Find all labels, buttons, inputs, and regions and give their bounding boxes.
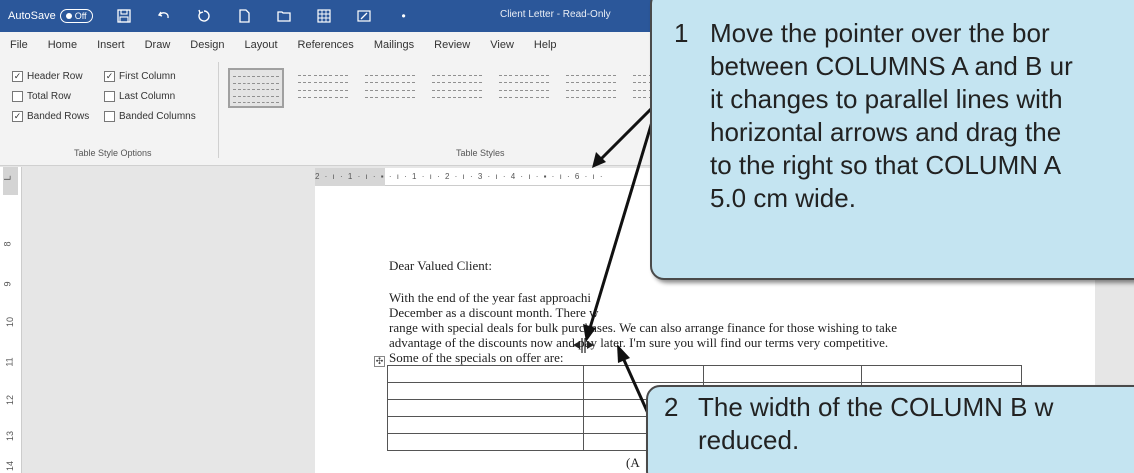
step-text: The width of the COLUMN B w reduced.	[698, 391, 1053, 457]
edit-image-icon[interactable]	[355, 7, 373, 25]
checkbox-icon	[104, 110, 115, 122]
body-paragraph: With the end of the year fast approachi …	[389, 290, 897, 365]
table-style-thumbnail[interactable]	[563, 68, 619, 108]
step-line: The width of the COLUMN B w	[698, 392, 1054, 422]
first-column-label: First Column	[119, 70, 176, 82]
banded-rows-checkbox[interactable]: ✓ Banded Rows	[12, 110, 104, 122]
save-icon[interactable]	[115, 7, 133, 25]
checkbox-icon: ✓	[104, 70, 115, 82]
table-style-thumbnail[interactable]	[228, 68, 284, 108]
checkbox-icon: ✓	[12, 70, 23, 82]
table-row	[387, 365, 1022, 383]
paragraph-line: Some of the specials on offer are:	[389, 350, 564, 365]
ruler-mark: L	[2, 175, 13, 181]
step-line: to the right so that COLUMN A	[710, 150, 1062, 180]
ruler-mark: 12	[5, 394, 16, 406]
checkbox-icon	[104, 90, 115, 102]
step-line: between COLUMNS A and B ur	[710, 51, 1073, 81]
paragraph-line: With the end of the year fast approachi	[389, 290, 591, 305]
tab-insert[interactable]: Insert	[87, 39, 135, 51]
tab-view[interactable]: View	[480, 39, 524, 51]
tab-help[interactable]: Help	[524, 39, 567, 51]
ribbon-divider	[218, 62, 219, 158]
ruler-mark: 11	[4, 357, 15, 367]
last-column-checkbox[interactable]: Last Column	[104, 90, 196, 102]
instruction-callout-2: 2 The width of the COLUMN B w reduced.	[646, 385, 1134, 473]
checkbox-icon	[12, 90, 23, 102]
table-styles-gallery	[228, 68, 686, 108]
ruler-mark: 14	[5, 460, 16, 472]
open-folder-icon[interactable]	[275, 7, 293, 25]
document-title: Client Letter - Read-Only	[500, 9, 611, 20]
step-line: 5.0 cm wide.	[710, 183, 856, 213]
ruler-mark: 13	[5, 430, 16, 442]
ruler-mark: 9	[2, 281, 13, 287]
paragraph-line: advantage of the discounts now and pay l…	[389, 335, 889, 350]
word-window: AutoSave Off • Client Letter - Read-Only…	[0, 0, 1134, 473]
tab-file[interactable]: File	[0, 39, 38, 51]
step-number: 2	[664, 392, 679, 422]
ruler-mark: 8	[2, 241, 13, 247]
customize-dot-icon[interactable]: •	[395, 7, 413, 25]
table-style-thumbnail[interactable]	[362, 68, 418, 108]
ruler-ticks: 2 · ı · 1 · ı · ▪ · ı · 1 · ı · 2 · ı · …	[315, 172, 605, 181]
total-row-label: Total Row	[27, 90, 71, 102]
undo-icon[interactable]	[155, 7, 173, 25]
step-line: horizontal arrows and drag the	[710, 117, 1062, 147]
instruction-callout-1: 1 Move the pointer over the bor between …	[650, 0, 1134, 280]
autosave: AutoSave Off	[8, 9, 93, 23]
tab-design[interactable]: Design	[180, 39, 234, 51]
paragraph-line: range with special deals for bulk purcha…	[389, 320, 898, 335]
banded-columns-label: Banded Columns	[119, 110, 196, 122]
autosave-state: Off	[74, 11, 87, 21]
table-grid-icon[interactable]	[315, 7, 333, 25]
total-row-checkbox[interactable]: Total Row	[12, 90, 104, 102]
banded-rows-label: Banded Rows	[27, 110, 90, 122]
header-row-label: Header Row	[27, 70, 83, 82]
step-number: 1	[674, 18, 689, 48]
table-style-thumbnail[interactable]	[429, 68, 485, 108]
banded-columns-checkbox[interactable]: Banded Columns	[104, 110, 196, 122]
tab-references[interactable]: References	[288, 39, 364, 51]
table-style-options: ✓ Header Row ✓ First Column Total Row Last…	[12, 66, 212, 126]
step-line: reduced.	[698, 425, 800, 455]
ruler-mark: 10	[5, 316, 16, 328]
vertical-ruler[interactable]: L 8 9 10 11 12 13 14	[0, 167, 22, 473]
toggle-dot-icon	[65, 13, 72, 19]
tab-home[interactable]: Home	[38, 39, 87, 51]
footer-fragment: (A	[626, 455, 640, 470]
table-move-handle[interactable]: ✣	[374, 356, 385, 367]
step-line: Move the pointer over the bor	[710, 18, 1050, 48]
tab-review[interactable]: Review	[424, 39, 480, 51]
table-style-thumbnail[interactable]	[496, 68, 552, 108]
table-style-options-label: Table Style Options	[74, 148, 152, 158]
autosave-label: AutoSave	[8, 10, 56, 22]
step-line: it changes to parallel lines with	[710, 84, 1063, 114]
new-document-icon[interactable]	[235, 7, 253, 25]
paragraph-line: December as a discount month. There w	[389, 305, 599, 320]
tab-layout[interactable]: Layout	[235, 39, 288, 51]
tab-mailings[interactable]: Mailings	[364, 39, 424, 51]
table-styles-label: Table Styles	[456, 148, 505, 158]
step-text: Move the pointer over the bor between CO…	[710, 17, 1073, 215]
table-style-thumbnail[interactable]	[295, 68, 351, 108]
last-column-label: Last Column	[119, 90, 176, 102]
autosave-toggle[interactable]: Off	[59, 9, 93, 23]
tab-draw[interactable]: Draw	[135, 39, 181, 51]
redo-icon[interactable]	[195, 7, 213, 25]
greeting-line: Dear Valued Client:	[389, 258, 493, 273]
header-row-checkbox[interactable]: ✓ Header Row	[12, 70, 104, 82]
first-column-checkbox[interactable]: ✓ First Column	[104, 70, 196, 82]
checkbox-icon: ✓	[12, 110, 23, 122]
